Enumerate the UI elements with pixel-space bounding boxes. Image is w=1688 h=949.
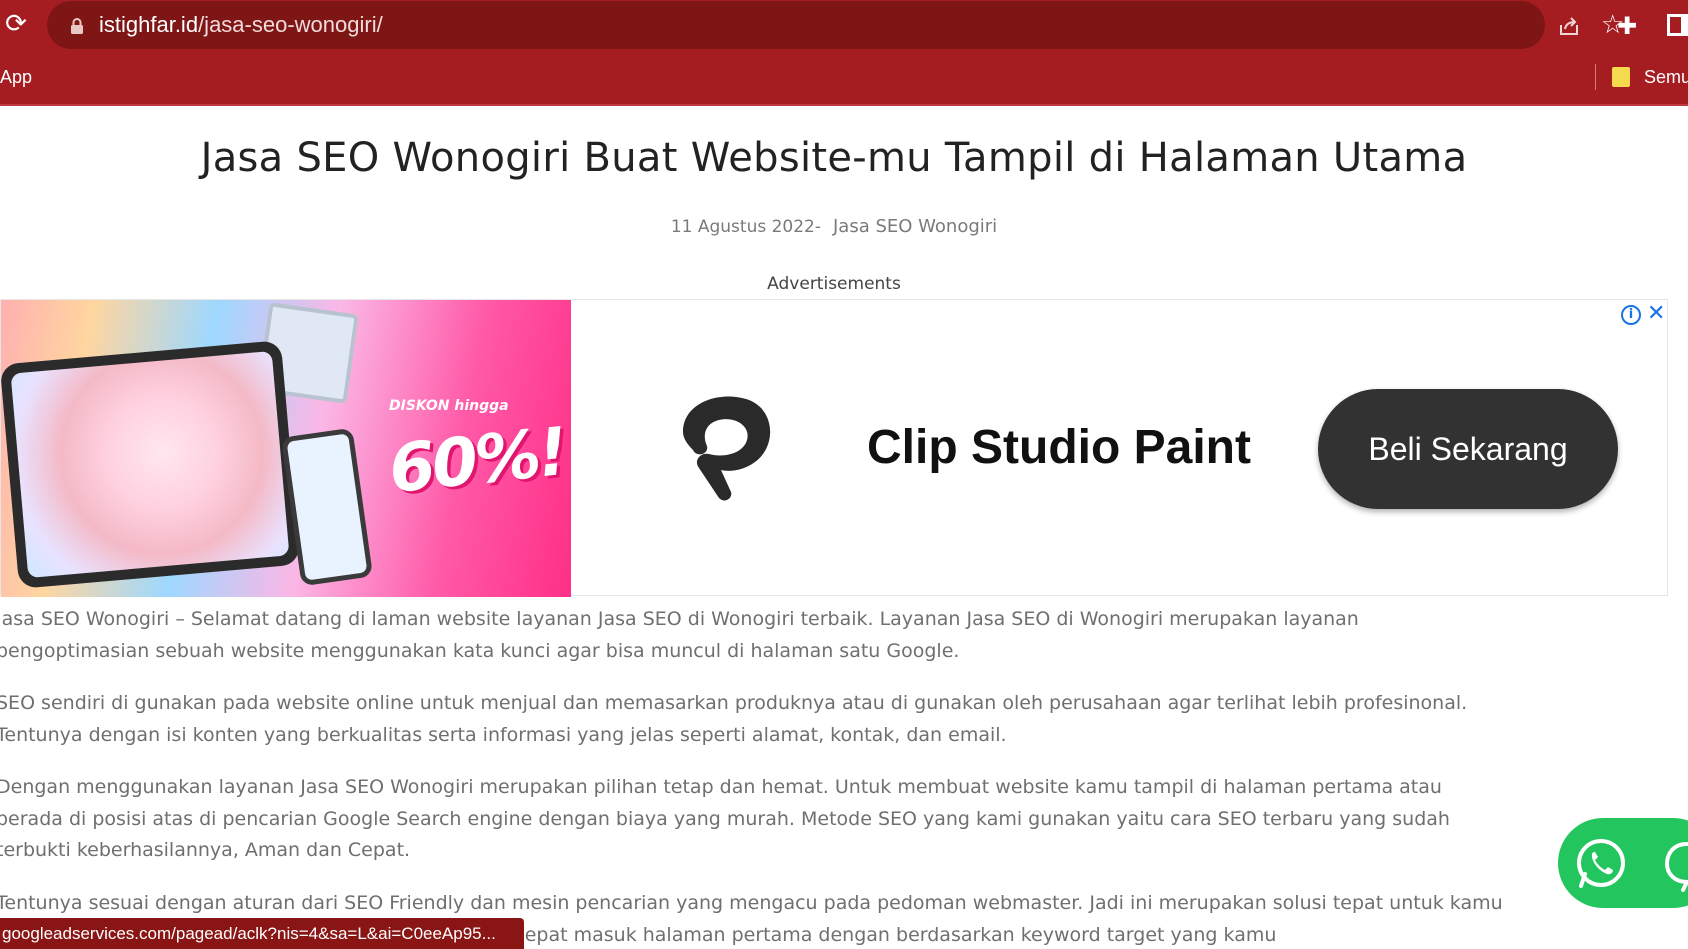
ad-close-icon[interactable]: ✕ (1647, 301, 1665, 326)
bookmark-divider (1595, 64, 1596, 90)
paragraph-benefits: Dengan menggunakan layanan Jasa SEO Wono… (0, 772, 1664, 867)
post-meta: 11 Agustus 2022- Jasa SEO Wonogiri (0, 216, 1668, 237)
address-bar[interactable]: istighfar.id/jasa-seo-wonogiri/ ☆ (47, 1, 1624, 49)
post-date[interactable]: 11 Agustus 2022- (671, 217, 821, 237)
url-host: istighfar.id (99, 12, 199, 37)
ad-brand-name[interactable]: Clip Studio Paint (867, 420, 1251, 475)
text-line: Dengan menggunakan layanan Jasa SEO Wono… (0, 776, 1442, 798)
whatsapp-icon[interactable] (1573, 836, 1629, 892)
text-line: Tentunya dengan isi konten yang berkuali… (0, 723, 1007, 746)
text-line: berada di posisi atas di pencarian Googl… (0, 807, 1450, 830)
all-bookmarks[interactable]: Semu (1644, 67, 1688, 88)
url-path: /jasa-seo-wonogiri/ (198, 12, 383, 37)
text-line: terbukti keberhasilannya, Aman dan Cepat… (0, 839, 411, 861)
text-line: SEO sendiri di gunakan pada website onli… (0, 692, 1468, 714)
share-icon[interactable] (1557, 14, 1581, 38)
reload-icon[interactable]: ⟳ (2, 10, 30, 38)
tablet-illustration (1, 340, 301, 589)
chat-bubble-icon[interactable] (1663, 836, 1688, 892)
bookmark-apps[interactable]: App (0, 67, 32, 88)
extensions-puzzle-icon[interactable]: ✚ (1617, 12, 1637, 40)
text-line: pengoptimasian sebuah website menggunaka… (0, 639, 960, 662)
ad-promo-big: 60%! (385, 413, 569, 508)
ad-info-icon[interactable]: i (1621, 305, 1641, 325)
tablet-screen-art (10, 350, 290, 579)
side-panel-icon[interactable] (1667, 14, 1688, 36)
link-status-bar: googleadservices.com/pagead/aclk?nis=4&s… (0, 918, 524, 949)
phone-illustration (280, 427, 374, 587)
ad-illustration[interactable]: DISKON hingga 60%! (1, 300, 571, 597)
paragraph-seo: SEO sendiri di gunakan pada website onli… (0, 688, 1664, 751)
ad-banner[interactable]: DISKON hingga 60%! Clip Studio Paint Bel… (0, 299, 1668, 597)
url-text[interactable]: istighfar.id/jasa-seo-wonogiri/ (99, 12, 383, 38)
text-line: Jasa SEO Wonogiri – Selamat datang di la… (0, 608, 1359, 630)
clip-studio-logo-icon[interactable] (651, 380, 791, 520)
paragraph-intro: Jasa SEO Wonogiri – Selamat datang di la… (0, 604, 1664, 667)
toolbar-divider (0, 104, 1688, 106)
browser-toolbar: ⟳ istighfar.id/jasa-seo-wonogiri/ ☆ ✚ Ap… (0, 0, 1688, 105)
page-title: Jasa SEO Wonogiri Buat Website-mu Tampil… (200, 135, 1468, 181)
folder-icon[interactable] (1612, 67, 1630, 87)
ad-promo-small: DISKON hingga (389, 398, 509, 414)
buy-now-button[interactable]: Beli Sekarang (1318, 389, 1618, 509)
advertisements-label: Advertisements (767, 274, 901, 294)
post-category[interactable]: Jasa SEO Wonogiri (833, 216, 997, 237)
lock-icon[interactable] (69, 17, 85, 35)
text-line: Tentunya sesuai dengan aturan dari SEO F… (0, 892, 1503, 914)
